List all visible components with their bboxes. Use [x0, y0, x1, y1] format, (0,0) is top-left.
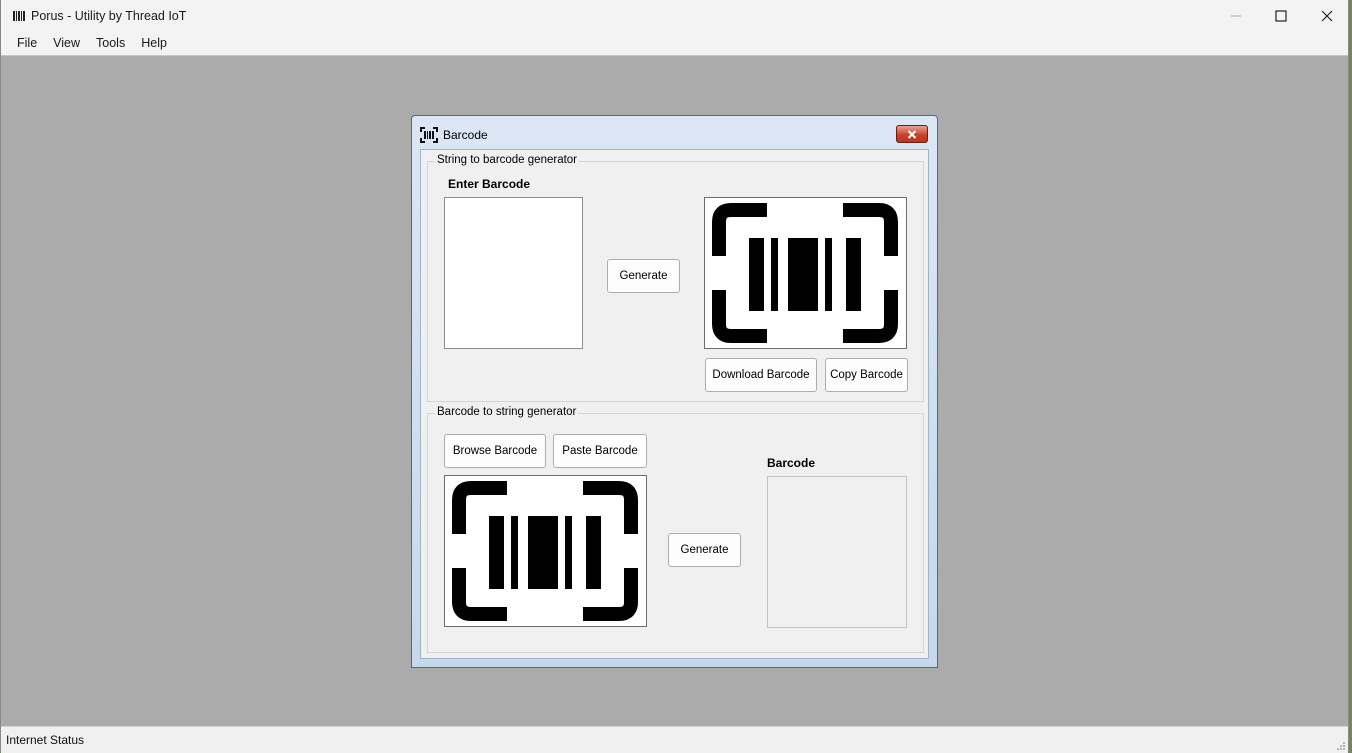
maximize-button[interactable] — [1258, 0, 1304, 31]
string-to-barcode-group-title: String to barcode generator — [435, 154, 580, 166]
maximize-icon — [1275, 9, 1287, 22]
barcode-to-string-group-title: Barcode to string generator — [435, 406, 579, 418]
download-barcode-button[interactable]: Download Barcode — [705, 358, 817, 392]
menu-help[interactable]: Help — [133, 31, 175, 55]
barcode-dialog: Barcode String to barcode generator Ente… — [411, 115, 938, 668]
close-button[interactable] — [1304, 0, 1350, 31]
string-to-barcode-group: String to barcode generator Enter Barcod… — [427, 154, 924, 402]
dialog-client-area: String to barcode generator Enter Barcod… — [420, 149, 929, 659]
generate-barcode-button[interactable]: Generate — [607, 259, 680, 293]
minimize-button[interactable] — [1213, 0, 1259, 31]
dialog-close-button[interactable] — [896, 125, 928, 143]
barcode-scan-icon — [452, 481, 638, 621]
dialog-title: Barcode — [443, 128, 488, 142]
window-title: Porus - Utility by Thread IoT — [31, 8, 187, 23]
close-icon — [1321, 10, 1333, 21]
copy-barcode-button[interactable]: Copy Barcode — [825, 358, 908, 392]
menu-view[interactable]: View — [45, 31, 88, 55]
barcode-scan-icon — [420, 127, 438, 143]
generate-string-button[interactable]: Generate — [668, 533, 741, 567]
menu-bar: File View Tools Help — [1, 31, 1348, 56]
enter-barcode-input[interactable] — [444, 197, 583, 349]
minimize-icon — [1231, 15, 1241, 16]
menu-file[interactable]: File — [9, 31, 45, 55]
app-barcode-icon — [11, 8, 27, 24]
title-bar[interactable]: Porus - Utility by Thread IoT — [1, 0, 1348, 31]
dialog-title-bar[interactable]: Barcode — [420, 125, 488, 145]
enter-barcode-label: Enter Barcode — [448, 177, 531, 191]
barcode-scan-icon — [712, 203, 898, 343]
menu-tools[interactable]: Tools — [88, 31, 133, 55]
internet-status-label: Internet Status — [6, 733, 85, 747]
barcode-preview-image — [704, 197, 907, 349]
barcode-output-label: Barcode — [767, 456, 816, 470]
barcode-output-field[interactable] — [767, 476, 907, 628]
paste-barcode-button[interactable]: Paste Barcode — [553, 434, 647, 468]
barcode-to-string-group: Barcode to string generator Browse Barco… — [427, 406, 924, 653]
resize-grip-icon[interactable] — [1336, 741, 1346, 751]
status-bar: Internet Status — [1, 726, 1348, 753]
close-icon — [907, 129, 917, 139]
browse-barcode-button[interactable]: Browse Barcode — [444, 434, 546, 468]
input-barcode-image — [444, 475, 647, 627]
